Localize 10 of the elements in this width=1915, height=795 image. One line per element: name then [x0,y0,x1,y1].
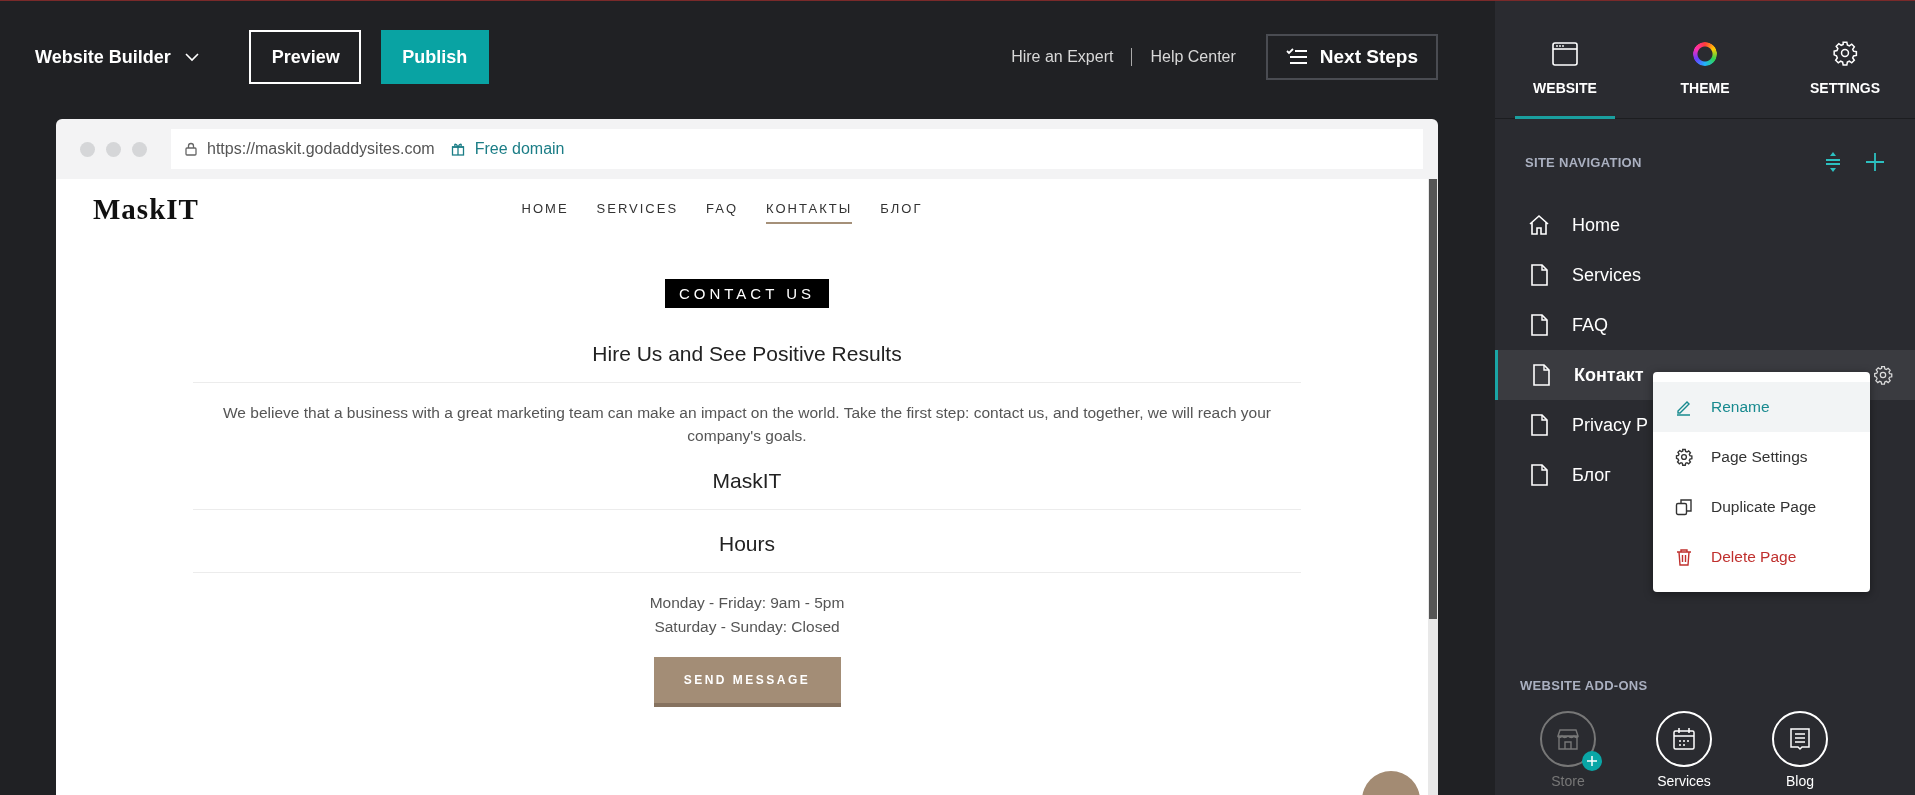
hours-line: Monday - Friday: 9am - 5pm [649,593,845,613]
section-title: WEBSITE ADD-ONS [1520,678,1648,693]
url-text: https://maskit.godaddysites.com [207,140,435,158]
hours-line: Saturday - Sunday: Closed [654,617,840,637]
intro-paragraph: We believe that a business with a great marketing team can make an impact on the world. Take the first step: contact us, and together, we will reach your company's goals. [222,403,1272,446]
section-heading: Hire Us and See Positive Results [592,342,902,366]
business-name: MaskIT [712,469,782,493]
section-label: CONTACT US [664,279,830,308]
hours-heading: Hours [719,532,775,556]
section-title: SITE NAVIGATION [1525,154,1642,170]
